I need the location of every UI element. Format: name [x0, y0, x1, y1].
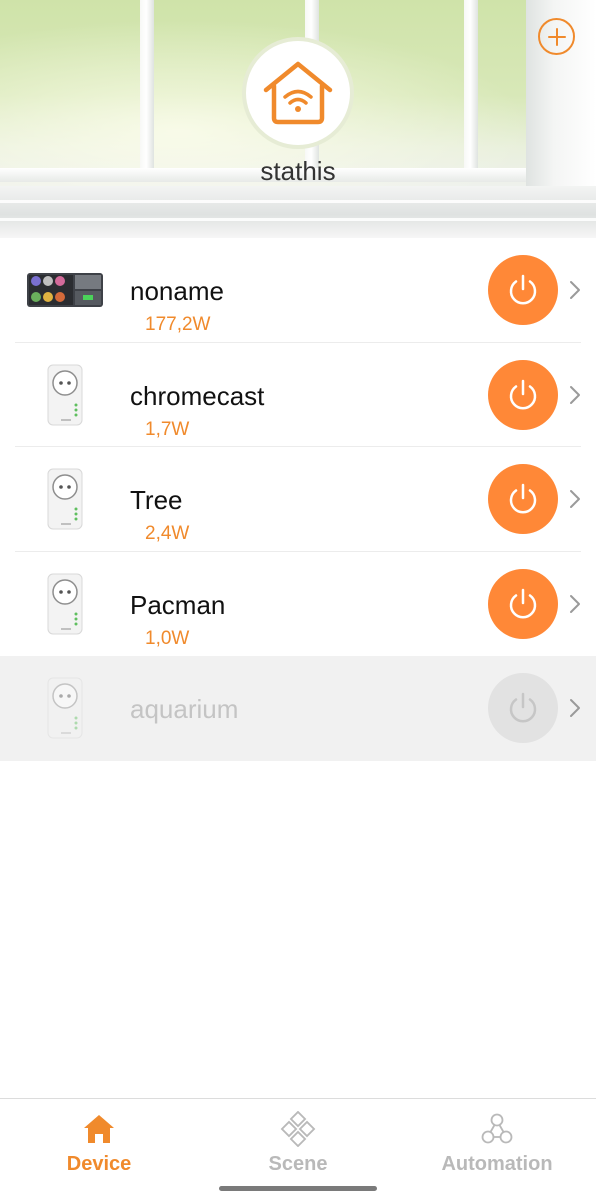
tab-label: Automation [441, 1153, 553, 1175]
smart-home-wifi-icon [263, 61, 333, 125]
tab-label: Scene [268, 1153, 328, 1175]
smart-plug-image [22, 674, 108, 742]
home-header: stathis [0, 0, 596, 238]
chevron-right-icon[interactable] [568, 278, 582, 302]
power-icon [509, 274, 537, 305]
device-power-reading: 177,2W [145, 314, 211, 335]
smart-plug-image [22, 570, 108, 638]
tab-device[interactable]: Device [19, 1111, 179, 1176]
device-list: noname 177,2W chromecast 1,7W Tree 2,4W … [0, 238, 596, 761]
power-icon [509, 483, 537, 514]
power-toggle-button[interactable] [488, 464, 558, 534]
window-frame [464, 0, 478, 175]
power-toggle-button[interactable] [488, 359, 558, 430]
power-icon [509, 692, 537, 723]
device-name: aquarium [130, 694, 239, 724]
power-icon [509, 379, 537, 409]
power-icon [509, 588, 537, 618]
device-row[interactable]: noname 177,2W [0, 238, 596, 343]
device-row[interactable]: Pacman 1,0W [0, 551, 596, 656]
tab-scene[interactable]: Scene [218, 1111, 378, 1176]
device-name: Tree [130, 485, 183, 515]
smart-plug-image [22, 465, 108, 533]
device-power-reading: 2,4W [145, 523, 190, 544]
home-indicator[interactable] [219, 1186, 377, 1191]
window-frame [140, 0, 154, 175]
device-name: noname [130, 276, 224, 306]
home-icon [84, 1115, 114, 1143]
home-name[interactable]: stathis [0, 156, 596, 187]
power-toggle-button[interactable] [488, 568, 558, 639]
device-power-reading: 1,0W [145, 627, 190, 649]
chevron-right-icon[interactable] [568, 487, 582, 511]
device-row[interactable]: aquarium [0, 656, 596, 761]
home-avatar[interactable] [242, 37, 354, 149]
bottom-tab-bar: Device Scene Automation [0, 1098, 596, 1200]
power-toggle-button[interactable] [488, 255, 558, 325]
scene-diamond-icon [280, 1111, 316, 1147]
power-strip-image [22, 256, 108, 324]
automation-nodes-icon [481, 1113, 513, 1144]
chevron-right-icon[interactable] [568, 383, 582, 407]
window-sill [0, 186, 596, 238]
tab-automation[interactable]: Automation [417, 1111, 577, 1176]
device-row[interactable]: Tree 2,4W [0, 447, 596, 552]
chevron-right-icon[interactable] [568, 696, 582, 720]
device-name: chromecast [130, 380, 265, 411]
device-name: Pacman [130, 589, 226, 620]
device-row[interactable]: chromecast 1,7W [0, 342, 596, 447]
smart-plug-image [22, 361, 108, 429]
chevron-right-icon[interactable] [568, 592, 582, 616]
add-device-button[interactable] [538, 18, 575, 55]
device-power-reading: 1,7W [145, 418, 190, 440]
plus-icon [547, 27, 566, 46]
power-toggle-button[interactable] [488, 673, 558, 743]
tab-label: Device [66, 1153, 132, 1175]
